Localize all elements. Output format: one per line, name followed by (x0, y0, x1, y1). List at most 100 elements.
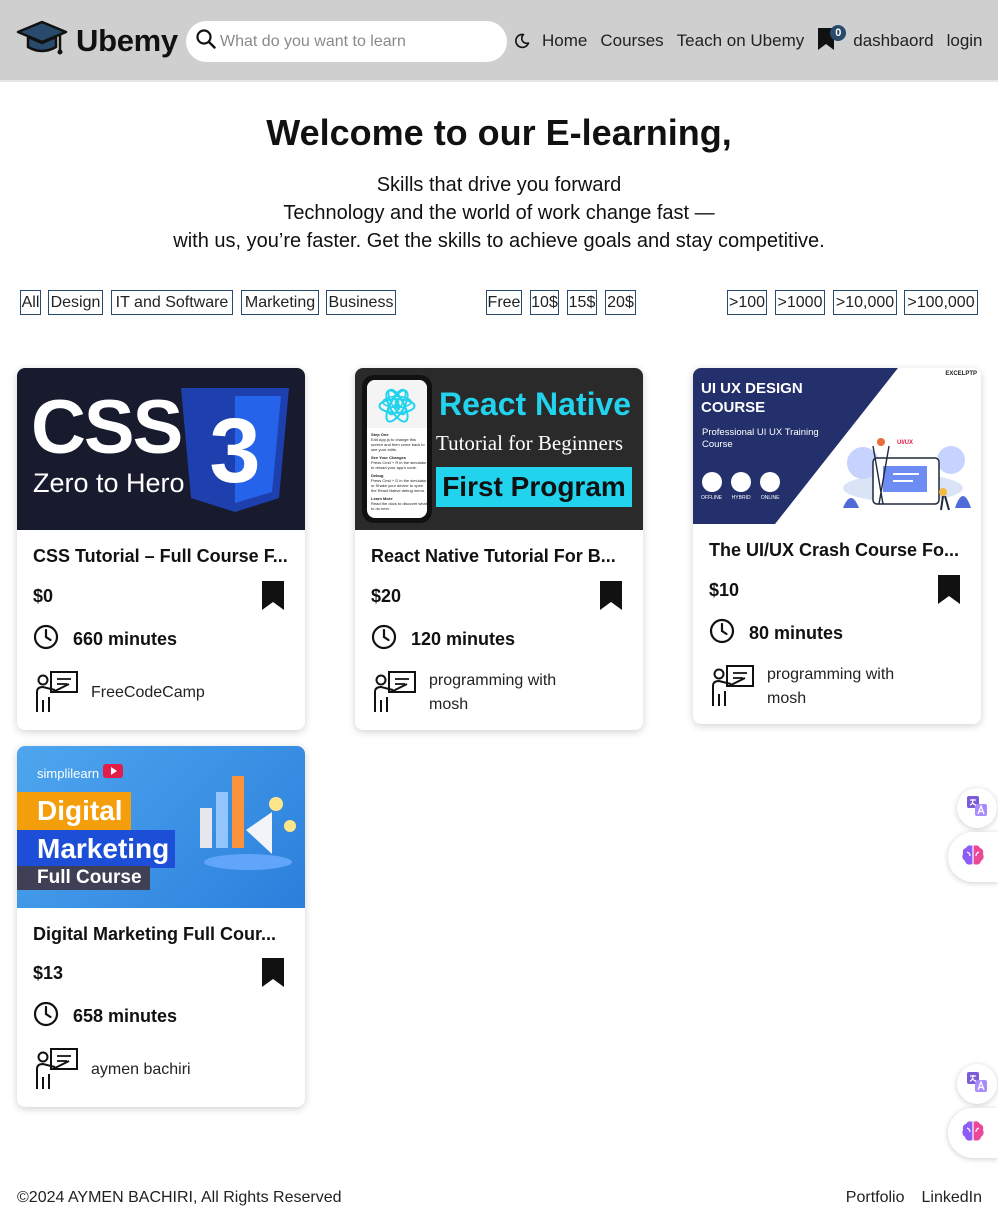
clock-icon (709, 618, 735, 649)
filter-category-business[interactable]: Business (326, 290, 396, 315)
search-input[interactable] (220, 32, 490, 51)
thumb-line3: Full Course (17, 866, 150, 890)
footer-link-portfolio[interactable]: Portfolio (846, 1189, 905, 1207)
bookmark-icon[interactable] (261, 580, 285, 616)
clock-icon (371, 624, 397, 655)
course-card[interactable]: EXCELPTP UI/UX UI UX DESIGN COURSE Profe… (693, 368, 981, 724)
translate-button[interactable] (957, 788, 997, 828)
nav-teach[interactable]: Teach on Ubemy (677, 31, 805, 51)
course-title[interactable]: CSS Tutorial – Full Course F... (33, 546, 291, 567)
mode-badge: OFFLINE (701, 472, 722, 501)
clock-icon (33, 1001, 59, 1032)
course-price: $20 (371, 586, 402, 606)
thumb-line2: Tutorial for Beginners (436, 431, 624, 455)
hero-line: Skills that drive you forward (376, 174, 622, 196)
footer-link-linkedin[interactable]: LinkedIn (922, 1189, 983, 1207)
mode-circle (701, 472, 722, 492)
ai-assistant-button[interactable] (948, 1108, 998, 1158)
course-card[interactable]: CSS Zero to Hero 3 CSS Tutorial – Full C… (17, 368, 305, 730)
course-card[interactable]: simplilearn Digital Marketing Full Cours… (17, 746, 305, 1107)
mode-badge: HYBRID (731, 472, 752, 501)
course-title[interactable]: React Native Tutorial For B... (371, 546, 629, 567)
phone-text: Step One Edit App.js to change this scre… (371, 432, 427, 511)
filter-category-it-software[interactable]: IT and Software (111, 290, 233, 315)
search-icon (196, 29, 216, 54)
course-thumbnail[interactable]: EXCELPTP UI/UX UI UX DESIGN COURSE Profe… (693, 368, 981, 524)
translate-icon (966, 795, 988, 822)
thumb-line3: Professional UI UX Training Course (702, 427, 819, 450)
filter-bar: All Design IT and Software Marketing Bus… (0, 290, 998, 318)
thumb-line1: React Native (439, 386, 632, 422)
course-duration: 80 minutes (709, 618, 843, 649)
course-thumbnail[interactable]: Step One Edit App.js to change this scre… (355, 368, 643, 530)
filter-price-15[interactable]: 15$ (567, 290, 597, 315)
thumb-brand-text: simplilearn (37, 766, 100, 781)
cart-count-badge: 0 (830, 24, 847, 41)
course-duration: 660 minutes (33, 624, 177, 655)
mode-label: ONLINE (760, 495, 780, 501)
course-title[interactable]: Digital Marketing Full Cour... (33, 924, 291, 945)
course-price: $10 (709, 580, 740, 600)
brand[interactable]: Ubemy (16, 18, 178, 63)
mode-label: HYBRID (731, 495, 751, 501)
mode-circle (760, 472, 781, 492)
course-card[interactable]: Step One Edit App.js to change this scre… (355, 368, 643, 730)
moon-icon[interactable] (514, 33, 530, 49)
course-thumbnail[interactable]: CSS Zero to Hero 3 (17, 368, 305, 530)
nav-dashboard[interactable]: dashbaord (853, 31, 933, 51)
duration-text: 658 minutes (73, 1006, 178, 1026)
bookmark-icon[interactable] (937, 574, 961, 610)
filter-students-100[interactable]: >100 (727, 290, 767, 315)
course-duration: 120 minutes (371, 624, 515, 655)
teacher-icon (35, 670, 79, 719)
search-bar (186, 21, 507, 62)
nav-home[interactable]: Home (542, 31, 587, 51)
thumb-line3: First Program (436, 467, 632, 507)
filter-students-1000[interactable]: >1000 (775, 290, 825, 315)
course-teacher (35, 1047, 79, 1096)
mode-badge: ONLINE (760, 472, 781, 501)
bookmark-icon[interactable] (261, 957, 285, 993)
filter-category-marketing[interactable]: Marketing (241, 290, 319, 315)
course-teacher (711, 664, 755, 713)
filter-students-100000[interactable]: >100,000 (904, 290, 978, 315)
course-duration: 658 minutes (33, 1001, 177, 1032)
nav-links: Home Courses Teach on Ubemy 0 dashbaord … (514, 24, 983, 58)
teacher-icon (373, 670, 417, 719)
thumb-big-text: CSS (31, 385, 183, 470)
brain-icon (960, 1119, 986, 1148)
filter-price-20[interactable]: 20$ (605, 290, 636, 315)
marketing-illustration (200, 776, 296, 870)
filter-price-10[interactable]: 10$ (530, 290, 559, 315)
thumb-board-text: UI/UX (897, 440, 914, 446)
clock-icon (33, 624, 59, 655)
teacher-name[interactable]: aymen bachiri (91, 1058, 271, 1082)
duration-text: 660 minutes (73, 629, 178, 649)
footer-links: Portfolio LinkedIn (846, 1189, 982, 1207)
footer-copyright: ©2024 AYMEN BACHIRI, All Rights Reserved (17, 1189, 342, 1206)
teacher-name[interactable]: FreeCodeCamp (91, 681, 271, 705)
nav-courses[interactable]: Courses (600, 31, 663, 51)
course-thumbnail[interactable]: simplilearn Digital Marketing Full Cours… (17, 746, 305, 908)
course-title[interactable]: The UI/UX Crash Course Fo... (709, 540, 967, 561)
filter-price-free[interactable]: Free (486, 290, 522, 315)
teacher-name[interactable]: programming with mosh (767, 663, 937, 711)
translate-icon (966, 1071, 988, 1098)
nav-login[interactable]: login (947, 31, 983, 51)
filter-students-10000[interactable]: >10,000 (833, 290, 897, 315)
hero-line: with us, you’re faster. Get the skills t… (173, 230, 825, 252)
mode-circle (731, 472, 752, 492)
navbar: Ubemy Home Courses Teach on Ubemy 0 dash… (0, 0, 998, 82)
cart-button[interactable]: 0 (817, 24, 847, 56)
filter-category-design[interactable]: Design (48, 290, 103, 315)
bookmark-icon[interactable] (599, 580, 623, 616)
course-price: $13 (33, 963, 64, 983)
teacher-name[interactable]: programming with mosh (429, 669, 599, 717)
course-teacher (373, 670, 417, 719)
translate-button[interactable] (957, 1064, 997, 1104)
ai-assistant-button[interactable] (948, 832, 998, 882)
phone-line: Press Cmd + D in the simulator or Shake … (371, 478, 427, 493)
thumb-modes: OFFLINE HYBRID ONLINE (701, 472, 781, 501)
filter-category-all[interactable]: All (20, 290, 41, 315)
thumb-sub-text: Zero to Hero (33, 468, 185, 498)
